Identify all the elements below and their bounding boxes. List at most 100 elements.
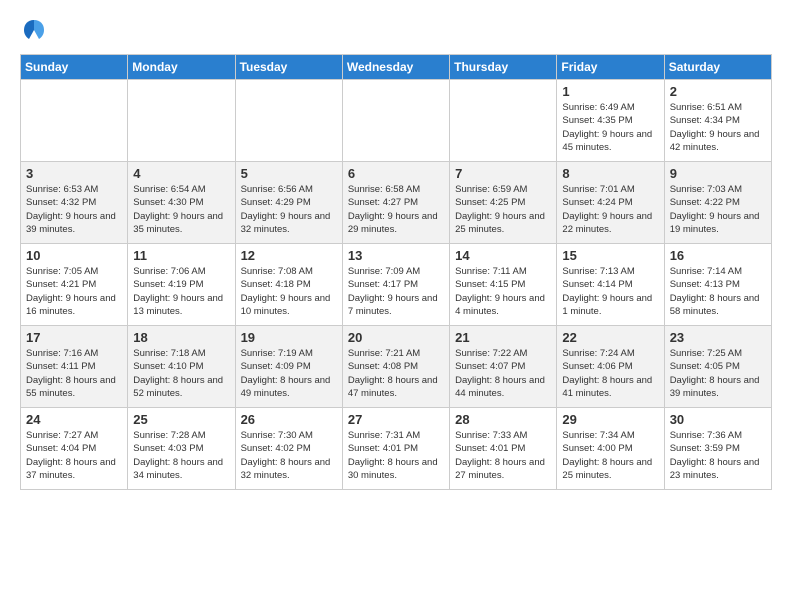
day-info: Sunrise: 7:28 AM Sunset: 4:03 PM Dayligh…: [133, 429, 229, 482]
logo-icon: [20, 16, 48, 44]
calendar-cell: 24 Sunrise: 7:27 AM Sunset: 4:04 PM Dayli…: [21, 408, 128, 490]
day-number: 23: [670, 330, 766, 345]
calendar-cell: 18 Sunrise: 7:18 AM Sunset: 4:10 PM Dayli…: [128, 326, 235, 408]
day-number: 10: [26, 248, 122, 263]
day-info: Sunrise: 7:21 AM Sunset: 4:08 PM Dayligh…: [348, 347, 444, 400]
day-number: 8: [562, 166, 658, 181]
calendar-cell: 12 Sunrise: 7:08 AM Sunset: 4:18 PM Dayli…: [235, 244, 342, 326]
calendar-cell: 6 Sunrise: 6:58 AM Sunset: 4:27 PM Daylig…: [342, 162, 449, 244]
calendar-cell: 13 Sunrise: 7:09 AM Sunset: 4:17 PM Dayli…: [342, 244, 449, 326]
day-number: 15: [562, 248, 658, 263]
calendar-cell: 19 Sunrise: 7:19 AM Sunset: 4:09 PM Dayli…: [235, 326, 342, 408]
day-info: Sunrise: 7:27 AM Sunset: 4:04 PM Dayligh…: [26, 429, 122, 482]
day-number: 14: [455, 248, 551, 263]
calendar-cell: 16 Sunrise: 7:14 AM Sunset: 4:13 PM Dayli…: [664, 244, 771, 326]
calendar-cell: [342, 80, 449, 162]
calendar-cell: 10 Sunrise: 7:05 AM Sunset: 4:21 PM Dayli…: [21, 244, 128, 326]
day-number: 16: [670, 248, 766, 263]
day-info: Sunrise: 6:51 AM Sunset: 4:34 PM Dayligh…: [670, 101, 766, 154]
calendar-cell: 27Sunrise: 7:31 AM Sunset: 4:01 PM Dayli…: [342, 408, 449, 490]
calendar-cell: 11Sunrise: 7:06 AM Sunset: 4:19 PM Dayli…: [128, 244, 235, 326]
header-row: SundayMondayTuesdayWednesdayThursdayFrid…: [21, 55, 772, 80]
day-number: 13: [348, 248, 444, 263]
calendar-cell: 28 Sunrise: 7:33 AM Sunset: 4:01 PM Dayli…: [450, 408, 557, 490]
day-info: Sunrise: 7:08 AM Sunset: 4:18 PM Dayligh…: [241, 265, 337, 318]
day-number: 30: [670, 412, 766, 427]
day-info: Sunrise: 6:49 AM Sunset: 4:35 PM Dayligh…: [562, 101, 658, 154]
day-number: 28: [455, 412, 551, 427]
day-number: 6: [348, 166, 444, 181]
day-number: 12: [241, 248, 337, 263]
calendar-cell: 22 Sunrise: 7:24 AM Sunset: 4:06 PM Dayli…: [557, 326, 664, 408]
day-number: 21: [455, 330, 551, 345]
day-number: 4: [133, 166, 229, 181]
day-info: Sunrise: 7:05 AM Sunset: 4:21 PM Dayligh…: [26, 265, 122, 318]
calendar-cell: 2 Sunrise: 6:51 AM Sunset: 4:34 PM Daylig…: [664, 80, 771, 162]
col-header-tuesday: Tuesday: [235, 55, 342, 80]
week-row-2: 3 Sunrise: 6:53 AM Sunset: 4:32 PM Daylig…: [21, 162, 772, 244]
calendar-cell: 14 Sunrise: 7:11 AM Sunset: 4:15 PM Dayli…: [450, 244, 557, 326]
day-number: 2: [670, 84, 766, 99]
calendar-cell: 15 Sunrise: 7:13 AM Sunset: 4:14 PM Dayli…: [557, 244, 664, 326]
calendar-cell: 25 Sunrise: 7:28 AM Sunset: 4:03 PM Dayli…: [128, 408, 235, 490]
day-info: Sunrise: 7:03 AM Sunset: 4:22 PM Dayligh…: [670, 183, 766, 236]
day-number: 3: [26, 166, 122, 181]
day-info: Sunrise: 7:36 AM Sunset: 3:59 PM Dayligh…: [670, 429, 766, 482]
col-header-monday: Monday: [128, 55, 235, 80]
day-info: Sunrise: 7:34 AM Sunset: 4:00 PM Dayligh…: [562, 429, 658, 482]
day-number: 29: [562, 412, 658, 427]
day-info: Sunrise: 7:01 AM Sunset: 4:24 PM Dayligh…: [562, 183, 658, 236]
calendar-cell: 7 Sunrise: 6:59 AM Sunset: 4:25 PM Daylig…: [450, 162, 557, 244]
calendar-cell: 20 Sunrise: 7:21 AM Sunset: 4:08 PM Dayli…: [342, 326, 449, 408]
day-info: Sunrise: 7:14 AM Sunset: 4:13 PM Dayligh…: [670, 265, 766, 318]
col-header-sunday: Sunday: [21, 55, 128, 80]
day-info: Sunrise: 6:56 AM Sunset: 4:29 PM Dayligh…: [241, 183, 337, 236]
day-number: 19: [241, 330, 337, 345]
calendar-cell: [450, 80, 557, 162]
calendar-cell: 1 Sunrise: 6:49 AM Sunset: 4:35 PM Daylig…: [557, 80, 664, 162]
calendar: SundayMondayTuesdayWednesdayThursdayFrid…: [20, 54, 772, 490]
day-number: 20: [348, 330, 444, 345]
day-number: 24: [26, 412, 122, 427]
day-info: Sunrise: 6:53 AM Sunset: 4:32 PM Dayligh…: [26, 183, 122, 236]
day-info: Sunrise: 7:24 AM Sunset: 4:06 PM Dayligh…: [562, 347, 658, 400]
day-number: 1: [562, 84, 658, 99]
calendar-cell: 4 Sunrise: 6:54 AM Sunset: 4:30 PM Daylig…: [128, 162, 235, 244]
day-number: 22: [562, 330, 658, 345]
day-info: Sunrise: 7:25 AM Sunset: 4:05 PM Dayligh…: [670, 347, 766, 400]
day-number: 9: [670, 166, 766, 181]
day-info: Sunrise: 6:54 AM Sunset: 4:30 PM Dayligh…: [133, 183, 229, 236]
day-info: Sunrise: 7:16 AM Sunset: 4:11 PM Dayligh…: [26, 347, 122, 400]
week-row-1: 1 Sunrise: 6:49 AM Sunset: 4:35 PM Daylig…: [21, 80, 772, 162]
week-row-4: 17Sunrise: 7:16 AM Sunset: 4:11 PM Dayli…: [21, 326, 772, 408]
calendar-cell: [235, 80, 342, 162]
week-row-3: 10 Sunrise: 7:05 AM Sunset: 4:21 PM Dayli…: [21, 244, 772, 326]
col-header-friday: Friday: [557, 55, 664, 80]
logo: [20, 16, 50, 44]
day-info: Sunrise: 7:19 AM Sunset: 4:09 PM Dayligh…: [241, 347, 337, 400]
calendar-cell: 9 Sunrise: 7:03 AM Sunset: 4:22 PM Daylig…: [664, 162, 771, 244]
calendar-cell: 3 Sunrise: 6:53 AM Sunset: 4:32 PM Daylig…: [21, 162, 128, 244]
day-info: Sunrise: 7:09 AM Sunset: 4:17 PM Dayligh…: [348, 265, 444, 318]
day-info: Sunrise: 7:13 AM Sunset: 4:14 PM Dayligh…: [562, 265, 658, 318]
header: [20, 16, 772, 44]
day-info: Sunrise: 7:11 AM Sunset: 4:15 PM Dayligh…: [455, 265, 551, 318]
day-number: 26: [241, 412, 337, 427]
day-number: 18: [133, 330, 229, 345]
day-info: Sunrise: 6:59 AM Sunset: 4:25 PM Dayligh…: [455, 183, 551, 236]
page: SundayMondayTuesdayWednesdayThursdayFrid…: [0, 0, 792, 506]
calendar-cell: 23 Sunrise: 7:25 AM Sunset: 4:05 PM Dayli…: [664, 326, 771, 408]
calendar-cell: 17Sunrise: 7:16 AM Sunset: 4:11 PM Dayli…: [21, 326, 128, 408]
week-row-5: 24 Sunrise: 7:27 AM Sunset: 4:04 PM Dayli…: [21, 408, 772, 490]
day-info: Sunrise: 6:58 AM Sunset: 4:27 PM Dayligh…: [348, 183, 444, 236]
calendar-cell: 5Sunrise: 6:56 AM Sunset: 4:29 PM Daylig…: [235, 162, 342, 244]
day-number: 25: [133, 412, 229, 427]
calendar-cell: 26Sunrise: 7:30 AM Sunset: 4:02 PM Dayli…: [235, 408, 342, 490]
calendar-cell: 29 Sunrise: 7:34 AM Sunset: 4:00 PM Dayli…: [557, 408, 664, 490]
day-number: 7: [455, 166, 551, 181]
calendar-cell: 8 Sunrise: 7:01 AM Sunset: 4:24 PM Daylig…: [557, 162, 664, 244]
day-info: Sunrise: 7:33 AM Sunset: 4:01 PM Dayligh…: [455, 429, 551, 482]
col-header-thursday: Thursday: [450, 55, 557, 80]
day-info: Sunrise: 7:18 AM Sunset: 4:10 PM Dayligh…: [133, 347, 229, 400]
day-number: 27: [348, 412, 444, 427]
